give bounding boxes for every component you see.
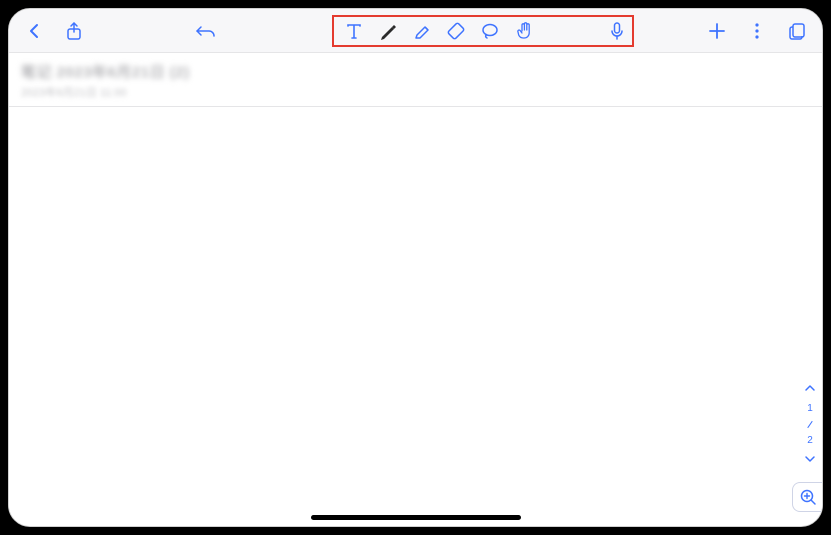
more-button[interactable] <box>746 20 768 42</box>
share-icon <box>65 21 83 41</box>
microphone-button[interactable] <box>606 20 628 42</box>
document-header: 笔记 2023年6月21日 (2) 2023年6月21日 11:00 <box>9 53 822 107</box>
chevron-up-icon <box>804 384 816 392</box>
page-current: 1 <box>807 403 813 414</box>
eraser-icon <box>446 21 466 41</box>
text-tool-button[interactable] <box>343 20 365 42</box>
highlighter-tool-button[interactable] <box>411 20 433 42</box>
pen-icon <box>379 22 397 40</box>
page-separator <box>807 421 812 428</box>
more-vertical-icon <box>754 22 760 40</box>
add-button[interactable] <box>706 20 728 42</box>
zoom-button[interactable] <box>792 482 822 512</box>
hand-icon <box>515 21 533 41</box>
lasso-tool-button[interactable] <box>479 20 501 42</box>
page-down-button[interactable] <box>804 454 816 466</box>
top-toolbar <box>9 9 822 53</box>
highlighter-icon <box>412 22 432 40</box>
zoom-in-icon <box>799 488 817 506</box>
page-up-button[interactable] <box>804 383 816 395</box>
microphone-icon <box>609 21 625 41</box>
pages-icon <box>787 21 807 41</box>
document-title: 笔记 2023年6月21日 (2) <box>21 61 810 82</box>
back-button[interactable] <box>23 20 45 42</box>
lasso-icon <box>480 22 500 40</box>
note-canvas[interactable]: 1 2 <box>9 107 822 526</box>
undo-button[interactable] <box>195 20 217 42</box>
page-total: 2 <box>807 435 813 446</box>
undo-icon <box>195 22 217 40</box>
pages-button[interactable] <box>786 20 808 42</box>
chevron-left-icon <box>27 22 41 40</box>
app-window: 笔记 2023年6月21日 (2) 2023年6月21日 11:00 1 2 <box>8 8 823 527</box>
home-indicator <box>311 515 521 520</box>
text-icon <box>345 22 363 40</box>
page-navigator: 1 2 <box>804 383 816 466</box>
eraser-tool-button[interactable] <box>445 20 467 42</box>
document-subtitle: 2023年6月21日 11:00 <box>21 84 810 100</box>
pen-tool-button[interactable] <box>377 20 399 42</box>
chevron-down-icon <box>804 455 816 463</box>
share-button[interactable] <box>63 20 85 42</box>
gesture-tool-button[interactable] <box>513 20 535 42</box>
plus-icon <box>707 21 727 41</box>
